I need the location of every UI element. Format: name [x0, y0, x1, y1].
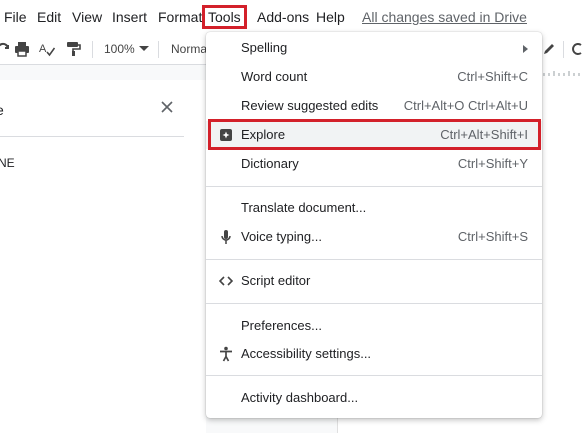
menu-item-label: Voice typing... [241, 229, 322, 244]
menu-view[interactable]: View [72, 9, 102, 26]
menu-item-dictionary[interactable]: Dictionary Ctrl+Shift+Y [206, 150, 542, 178]
chevron-down-icon [139, 46, 149, 51]
ruler [540, 64, 582, 76]
zoom-select[interactable]: 100% [104, 42, 135, 56]
shortcut-label: Ctrl+Shift+Y [457, 156, 528, 171]
menu-item-label: Translate document... [241, 200, 367, 215]
menu-item-review-suggested-edits[interactable]: Review suggested edits Ctrl+Alt+O Ctrl+A… [206, 92, 542, 120]
menu-item-preferences[interactable]: Preferences... [206, 312, 542, 340]
code-icon [219, 276, 233, 286]
submenu-arrow-icon [523, 45, 528, 53]
menu-item-explore[interactable]: Explore Ctrl+Alt+Shift+I [206, 119, 542, 150]
menu-item-activity-dashboard[interactable]: Activity dashboard... [206, 384, 542, 412]
menu-item-word-count[interactable]: Word count Ctrl+Shift+C [206, 63, 542, 91]
microphone-icon [221, 230, 231, 244]
side-panel-divider [0, 136, 184, 137]
menu-insert[interactable]: Insert [112, 9, 147, 26]
menu-tools[interactable]: Tools [202, 5, 247, 29]
menu-item-label: Word count [241, 69, 308, 84]
menu-separator [206, 303, 542, 304]
menu-item-voice-typing[interactable]: Voice typing... Ctrl+Shift+S [206, 223, 542, 251]
shortcut-label: Ctrl+Alt+Shift+I [440, 127, 528, 142]
shortcut-label: Ctrl+Alt+O Ctrl+Alt+U [403, 98, 528, 113]
menu-addons[interactable]: Add-ons [257, 9, 309, 26]
menu-item-label: Accessibility settings... [241, 346, 372, 361]
menu-item-label: Dictionary [241, 156, 299, 171]
toolbar-divider [563, 41, 564, 58]
menu-item-label: Review suggested edits [241, 98, 379, 113]
edit-pencil-icon[interactable] [541, 41, 557, 57]
menu-item-script-editor[interactable]: Script editor [206, 267, 542, 295]
menu-separator [206, 259, 542, 260]
side-panel: e NE [0, 80, 206, 433]
menu-item-label: Preferences... [241, 318, 322, 333]
menu-separator [206, 186, 542, 187]
accessibility-icon [220, 346, 232, 362]
shortcut-label: Ctrl+Shift+C [457, 69, 528, 84]
save-status-link[interactable]: All changes saved in Drive [362, 9, 527, 25]
toolbar-divider [158, 41, 159, 58]
spellcheck-icon[interactable]: A [39, 41, 55, 57]
menu-item-label: Explore [241, 127, 286, 142]
style-select[interactable]: Normal [171, 42, 210, 56]
side-panel-title: e [0, 102, 4, 118]
expand-icon[interactable] [571, 41, 582, 57]
menu-help[interactable]: Help [316, 9, 345, 26]
svg-text:A: A [39, 43, 47, 55]
outline-item[interactable]: NE [0, 156, 15, 170]
menu-item-label: Spelling [241, 40, 288, 55]
menu-item-label: Script editor [241, 273, 311, 288]
menu-edit[interactable]: Edit [37, 9, 61, 26]
menu-item-label: Activity dashboard... [241, 390, 359, 405]
menu-item-spelling[interactable]: Spelling [206, 34, 542, 62]
toolbar-divider [92, 41, 93, 58]
close-icon[interactable] [160, 100, 174, 114]
shortcut-label: Ctrl+Shift+S [457, 229, 528, 244]
paint-format-icon[interactable] [65, 41, 81, 57]
menu-item-accessibility-settings[interactable]: Accessibility settings... [206, 340, 542, 368]
menu-file[interactable]: File [4, 9, 27, 26]
print-icon[interactable] [14, 41, 30, 57]
menu-separator [206, 375, 542, 376]
tools-menu: Spelling Word count Ctrl+Shift+C Review … [206, 32, 542, 418]
menu-bar: File Edit View Insert Format Tools Add-o… [0, 0, 582, 34]
explore-icon [220, 129, 232, 141]
redo-icon[interactable] [0, 41, 12, 57]
menu-item-translate-document[interactable]: Translate document... [206, 194, 542, 222]
menu-format[interactable]: Format [158, 9, 202, 26]
